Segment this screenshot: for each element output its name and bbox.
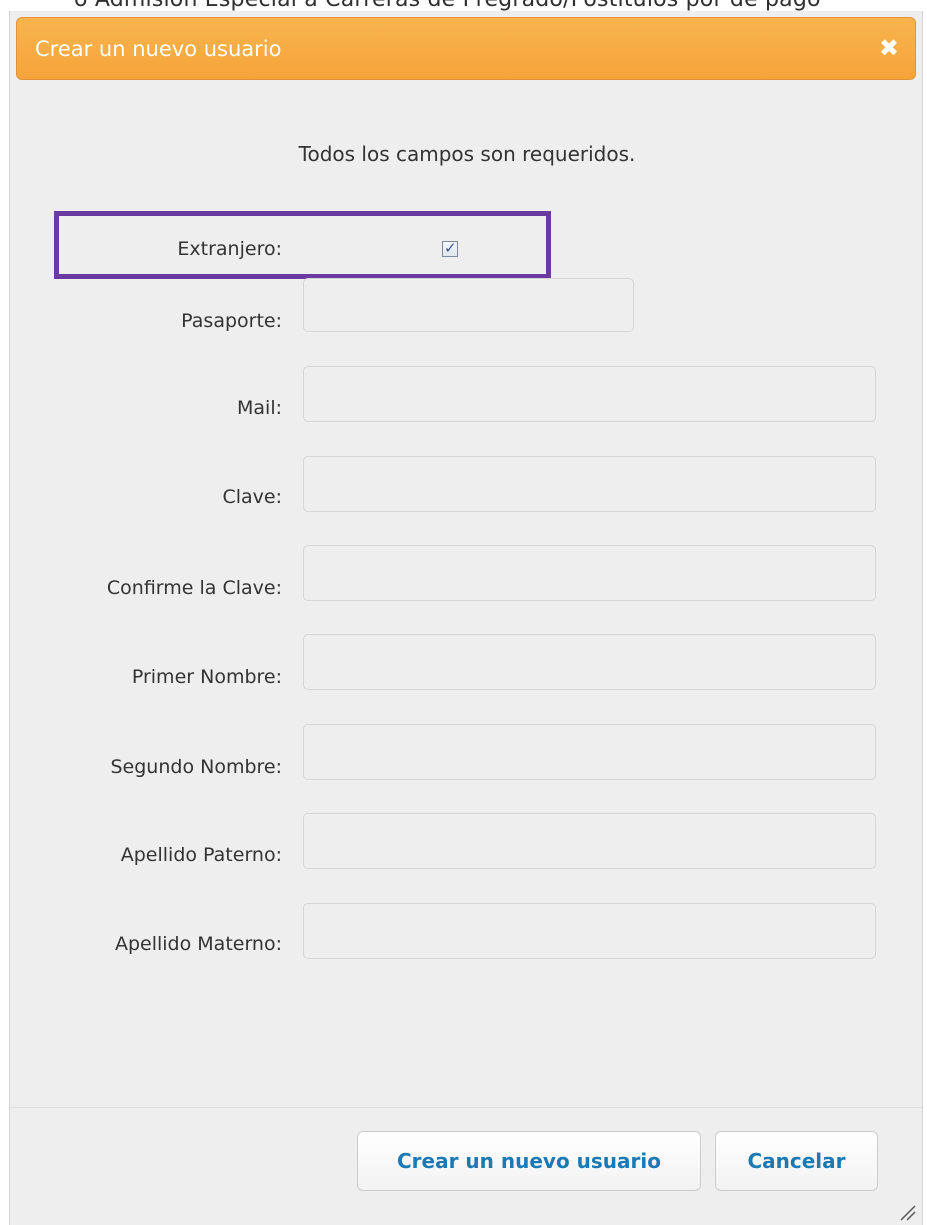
- create-user-button[interactable]: Crear un nuevo usuario: [357, 1131, 701, 1191]
- segundo-nombre-label: Segundo Nombre:: [110, 756, 282, 778]
- confirme-clave-label: Confirme la Clave:: [106, 577, 282, 599]
- resize-grip-icon[interactable]: [896, 1201, 916, 1221]
- apellido-materno-label: Apellido Materno:: [114, 933, 282, 955]
- segundo-nombre-input[interactable]: [303, 724, 876, 780]
- cancel-button[interactable]: Cancelar: [715, 1131, 878, 1191]
- clave-input[interactable]: [303, 456, 876, 512]
- clave-label: Clave:: [222, 486, 282, 508]
- mail-input[interactable]: [303, 366, 876, 422]
- create-user-dialog: Crear un nuevo usuario ✖ Todos los campo…: [9, 11, 923, 1225]
- primer-nombre-input[interactable]: [303, 634, 876, 690]
- mail-label: Mail:: [237, 397, 282, 419]
- primer-nombre-label: Primer Nombre:: [131, 666, 282, 688]
- dialog-title: Crear un nuevo usuario: [35, 37, 282, 61]
- apellido-paterno-input[interactable]: [303, 813, 876, 869]
- apellido-paterno-label: Apellido Paterno:: [120, 844, 282, 866]
- extranjero-label: Extranjero:: [177, 238, 282, 260]
- apellido-materno-input[interactable]: [303, 903, 876, 959]
- pasaporte-input[interactable]: [303, 278, 634, 332]
- close-icon[interactable]: ✖: [877, 35, 901, 61]
- instructions-text: Todos los campos son requeridos.: [298, 142, 636, 166]
- footer-divider: [10, 1107, 922, 1108]
- extranjero-checkbox[interactable]: ✓: [442, 239, 458, 257]
- confirme-clave-input[interactable]: [303, 545, 876, 601]
- pasaporte-label: Pasaporte:: [181, 310, 282, 332]
- checkmark-icon: ✓: [444, 239, 457, 257]
- dialog-titlebar[interactable]: Crear un nuevo usuario ✖: [16, 17, 916, 80]
